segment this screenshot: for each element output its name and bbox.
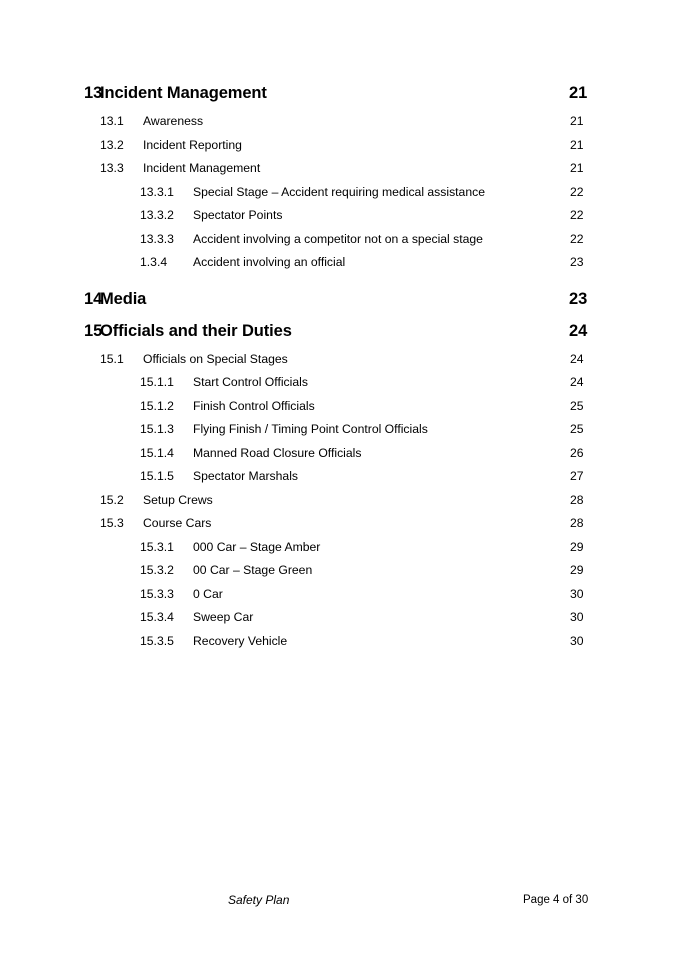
toc-entry-number: 15.1.4: [140, 445, 174, 460]
toc-entry-number: 15.1: [100, 351, 124, 366]
toc-entry-title: Spectator Marshals: [193, 469, 298, 483]
toc-entry-page-number: 29: [570, 563, 584, 577]
toc-entry-title: Special Stage – Accident requiring medic…: [193, 184, 485, 199]
toc-entry-number: 15.3.4: [140, 610, 174, 624]
toc-entry-page-number: 29: [570, 539, 584, 554]
toc-entry-title: Officials and their Duties: [100, 321, 292, 340]
toc-entry-title: Accident involving a competitor not on a…: [193, 231, 483, 246]
toc-entry-number: 15.3.1: [140, 539, 174, 554]
toc-entry[interactable]: 15.3.2 00 Car – Stage Green 29: [0, 559, 675, 583]
toc-entry-page-number: 25: [570, 398, 584, 413]
toc-entry-number: 15.1.1: [140, 375, 174, 389]
toc-entry[interactable]: 15.1.1 Start Control Officials 24: [0, 371, 675, 395]
toc-entry-page-number: 30: [570, 586, 584, 601]
toc-entry-page-number: 24: [570, 351, 584, 366]
toc-entry-page-number: 30: [570, 633, 584, 648]
toc-entry[interactable]: 15 Officials and their Duties 24: [0, 316, 675, 347]
toc-entry-page-number: 22: [570, 208, 584, 222]
toc-entry-number: 13.3: [100, 161, 124, 175]
toc-entry-number: 15.3.2: [140, 563, 174, 577]
toc-entry-number: 13.3.2: [140, 208, 174, 222]
toc-entry-title: 0 Car: [193, 586, 223, 601]
toc-entry-page-number: 23: [569, 289, 588, 308]
footer-page-indicator: Page 4 of 30: [523, 894, 589, 906]
toc-entry-page-number: 28: [570, 492, 584, 507]
toc-entry-page-number: 21: [570, 161, 584, 175]
toc-entry-title: Incident Management: [100, 84, 267, 102]
toc-entry-title: Accident involving an official: [193, 255, 346, 269]
toc-entry-number: 15.2: [100, 492, 124, 507]
toc-entry-number: 15.3: [100, 516, 124, 530]
toc-entry-number: 1.3.4: [140, 255, 168, 269]
toc-entry-title: Awareness: [143, 114, 204, 128]
toc-entry-number: 15.1.2: [140, 398, 174, 413]
toc-entry-number: 15.3.3: [140, 586, 174, 601]
toc-entry-page-number: 24: [569, 321, 588, 340]
toc-entry-page-number: 22: [570, 231, 584, 246]
toc-entry[interactable]: 13.2 Incident Reporting 21: [0, 134, 675, 158]
toc-entry-title: Sweep Car: [193, 610, 254, 624]
toc-entry-title: Recovery Vehicle: [193, 633, 288, 648]
toc-entry-page-number: 23: [570, 255, 584, 269]
toc-entry-title: Officials on Special Stages: [143, 351, 288, 366]
toc-entry-page-number: 25: [570, 422, 584, 436]
toc-entry-title: Finish Control Officials: [193, 398, 315, 413]
toc-entry[interactable]: 15.1.5 Spectator Marshals 27: [0, 465, 675, 489]
toc-entry-page-number: 24: [570, 375, 584, 389]
toc-entry-title: Incident Reporting: [143, 137, 242, 152]
toc-entry-page-number: 21: [570, 137, 584, 152]
toc-entry-title: Spectator Points: [193, 208, 283, 222]
toc-entry-number: 13.1: [100, 114, 124, 128]
toc-entry-page-number: 22: [570, 184, 584, 199]
toc-entry-number: 13.3.1: [140, 184, 174, 199]
toc-entry[interactable]: 13.3.3 Accident involving a competitor no…: [0, 228, 675, 252]
toc-entry-number: 13.2: [100, 137, 124, 152]
toc-entry[interactable]: 15.1.4 Manned Road Closure Officials 26: [0, 442, 675, 466]
toc-entry-title: 000 Car – Stage Amber: [193, 539, 321, 554]
toc-entry[interactable]: 13 Incident Management 21: [0, 78, 675, 109]
toc-entry-number: 15.3.5: [140, 633, 174, 648]
toc-entry-page-number: 30: [570, 610, 584, 624]
toc-entry[interactable]: 15.1.3 Flying Finish / Timing Point Contr…: [0, 418, 675, 442]
toc-entry[interactable]: 15.3.1 000 Car – Stage Amber 29: [0, 536, 675, 560]
toc-entry-page-number: 21: [569, 84, 588, 102]
toc-entry[interactable]: 13.1 Awareness 21: [0, 110, 675, 134]
table-of-contents: 13 Incident Management 21 13.1 Awareness 21 13…: [0, 78, 675, 653]
toc-entry-number: 15.1.5: [140, 469, 174, 483]
toc-entry-page-number: 21: [570, 114, 584, 128]
toc-entry-title: Incident Management: [143, 161, 261, 175]
toc-entry-title: Start Control Officials: [193, 375, 308, 389]
footer-document-title: Safety Plan: [228, 893, 290, 907]
document-page: 13 Incident Management 21 13.1 Awareness 21 13…: [0, 0, 675, 955]
toc-entry[interactable]: 15.3.3 0 Car 30: [0, 583, 675, 607]
toc-entry[interactable]: 15.2 Setup Crews 28: [0, 489, 675, 513]
toc-entry-page-number: 28: [570, 516, 584, 530]
toc-entry[interactable]: 13.3.2 Spectator Points 22: [0, 204, 675, 228]
toc-entry[interactable]: 1.3.4 Accident involving an official 23: [0, 251, 675, 275]
toc-entry-title: Media: [100, 289, 147, 308]
toc-entry[interactable]: 13.3 Incident Management 21: [0, 157, 675, 181]
toc-entry[interactable]: 15.3.4 Sweep Car 30: [0, 606, 675, 630]
toc-entry[interactable]: 15.1 Officials on Special Stages 24: [0, 348, 675, 372]
toc-entry-title: 00 Car – Stage Green: [193, 563, 313, 577]
toc-entry[interactable]: 13.3.1 Special Stage – Accident requiring…: [0, 181, 675, 205]
toc-entry-number: 15.1.3: [140, 422, 174, 436]
toc-entry-page-number: 27: [570, 469, 584, 483]
toc-entry-title: Flying Finish / Timing Point Control Off…: [193, 422, 428, 436]
toc-entry-page-number: 26: [570, 445, 584, 460]
toc-entry-title: Course Cars: [143, 516, 212, 530]
toc-entry[interactable]: 15.1.2 Finish Control Officials 25: [0, 395, 675, 419]
toc-entry-title: Setup Crews: [143, 492, 213, 507]
page-footer: Safety Plan Page 4 of 30: [0, 890, 675, 910]
toc-entry-title: Manned Road Closure Officials: [193, 445, 362, 460]
toc-entry[interactable]: 15.3 Course Cars 28: [0, 512, 675, 536]
toc-entry[interactable]: 14 Media 23: [0, 284, 675, 315]
toc-entry-number: 13.3.3: [140, 231, 174, 246]
toc-entry[interactable]: 15.3.5 Recovery Vehicle 30: [0, 630, 675, 654]
